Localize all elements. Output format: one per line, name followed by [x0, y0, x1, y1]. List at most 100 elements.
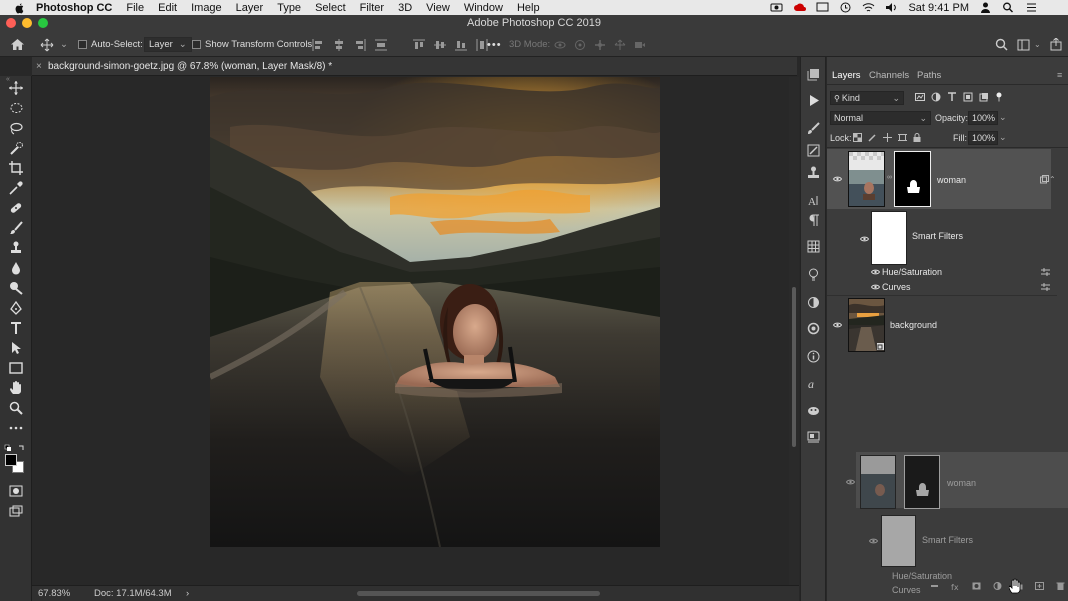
- zoom-tool[interactable]: [8, 400, 24, 416]
- history-brush-tool[interactable]: [8, 260, 24, 276]
- color-panel-button[interactable]: [807, 322, 820, 335]
- new-layer-icon[interactable]: [1035, 582, 1044, 590]
- more-options-button[interactable]: •••: [487, 32, 502, 57]
- time-machine-icon[interactable]: [839, 2, 852, 13]
- search-button[interactable]: [995, 32, 1008, 57]
- distribute-vertical-icon[interactable]: [375, 39, 387, 51]
- marquee-tool[interactable]: [8, 100, 24, 116]
- align-horizontal-centers-icon[interactable]: [333, 38, 345, 51]
- paragraph-panel-button[interactable]: [807, 214, 820, 227]
- tab-paths[interactable]: Paths: [917, 70, 941, 81]
- menu-view[interactable]: View: [419, 2, 457, 14]
- add-mask-icon[interactable]: [972, 582, 981, 590]
- menu-app-name[interactable]: Photoshop CC: [34, 2, 119, 14]
- align-top-edges-icon[interactable]: [413, 39, 425, 51]
- menu-type[interactable]: Type: [270, 2, 308, 14]
- filter-kind-dropdown[interactable]: ⚲ Kind ⌄: [830, 91, 904, 105]
- filter-row-curves[interactable]: Curves: [827, 280, 1057, 294]
- 3d-panel-button[interactable]: [807, 404, 820, 417]
- 3d-roll-icon[interactable]: [574, 39, 586, 51]
- move-tool-preset-button[interactable]: ⌄: [40, 32, 68, 57]
- menu-select[interactable]: Select: [308, 2, 353, 14]
- history-panel-button[interactable]: [807, 68, 820, 81]
- filter-type-icon[interactable]: [947, 92, 957, 102]
- blending-options-icon[interactable]: [1041, 283, 1050, 291]
- share-button[interactable]: [1050, 32, 1062, 57]
- align-left-edges-icon[interactable]: [312, 38, 324, 51]
- info-panel-button[interactable]: [807, 350, 820, 363]
- volume-icon[interactable]: [885, 2, 898, 13]
- menu-edit[interactable]: Edit: [151, 2, 184, 14]
- menu-clock[interactable]: Sat 9:41 PM: [908, 2, 969, 14]
- lock-all-icon[interactable]: [913, 133, 921, 142]
- quick-selection-tool[interactable]: [8, 140, 24, 156]
- screen-mode-button[interactable]: [8, 503, 24, 519]
- align-right-edges-icon[interactable]: [354, 38, 366, 51]
- layer-name-background[interactable]: background: [890, 320, 937, 330]
- table-panel-button[interactable]: [807, 240, 820, 253]
- foreground-color-swatch[interactable]: [5, 454, 17, 466]
- minimize-window-button[interactable]: [22, 18, 32, 28]
- transform-controls-toggle[interactable]: Show Transform Controls: [192, 32, 312, 57]
- lock-image-pixels-icon[interactable]: [868, 133, 877, 142]
- home-button[interactable]: [10, 32, 25, 57]
- close-window-button[interactable]: [6, 18, 16, 28]
- filter-toggle-icon[interactable]: [995, 92, 1003, 102]
- filter-shape-icon[interactable]: [963, 92, 973, 102]
- clone-stamp-tool[interactable]: [8, 240, 24, 256]
- fill-input[interactable]: 100%: [968, 131, 998, 145]
- menu-filter[interactable]: Filter: [353, 2, 391, 14]
- smart-filter-mask-thumbnail[interactable]: [871, 211, 907, 265]
- collapse-effects-icon[interactable]: ⌃: [1049, 175, 1056, 184]
- pen-tool[interactable]: [8, 300, 24, 316]
- layer-thumbnail-woman[interactable]: [848, 151, 885, 207]
- scrollbar-thumb[interactable]: [792, 287, 796, 447]
- close-document-icon[interactable]: ×: [36, 57, 42, 76]
- timeline-panel-button[interactable]: [807, 431, 820, 444]
- lock-transparent-pixels-icon[interactable]: [853, 133, 862, 142]
- hand-tool[interactable]: [8, 380, 24, 396]
- add-layer-style-icon[interactable]: fx: [951, 582, 960, 590]
- quick-mask-button[interactable]: [8, 483, 24, 499]
- eye-icon[interactable]: [871, 284, 880, 290]
- layer-name-woman[interactable]: woman: [937, 175, 966, 185]
- zoom-window-button[interactable]: [38, 18, 48, 28]
- blend-mode-dropdown[interactable]: Normal ⌄: [830, 111, 931, 125]
- menu-image[interactable]: Image: [184, 2, 229, 14]
- 3d-slide-icon[interactable]: [614, 39, 626, 51]
- display-icon[interactable]: [816, 2, 829, 13]
- align-bottom-edges-icon[interactable]: [455, 39, 467, 51]
- menu-layer[interactable]: Layer: [229, 2, 271, 14]
- link-layers-icon[interactable]: [930, 582, 939, 590]
- edit-toolbar-button[interactable]: [8, 420, 24, 436]
- transform-controls-checkbox[interactable]: [192, 40, 201, 49]
- 3d-orbit-icon[interactable]: [554, 39, 566, 51]
- canvas-area[interactable]: [32, 77, 789, 585]
- actions-panel-button[interactable]: [807, 94, 820, 107]
- brush-settings-button[interactable]: [807, 122, 820, 135]
- auto-select-checkbox[interactable]: [78, 40, 87, 49]
- spotlight-search-icon[interactable]: [1002, 2, 1015, 13]
- layer-row-smart-filters[interactable]: Smart Filters: [827, 209, 1057, 269]
- glyphs-panel-button[interactable]: a: [807, 377, 820, 390]
- menu-file[interactable]: File: [119, 2, 151, 14]
- fill-dropdown-icon[interactable]: ⌄: [999, 132, 1007, 143]
- workspace-button[interactable]: ⌄: [1017, 32, 1041, 57]
- eye-icon[interactable]: [833, 176, 842, 182]
- eye-icon[interactable]: [860, 236, 869, 242]
- filter-row-hue-saturation[interactable]: Hue/Saturation: [827, 265, 1057, 279]
- menu-help[interactable]: Help: [510, 2, 547, 14]
- eyedropper-tool[interactable]: [8, 180, 24, 196]
- canvas-vertical-scrollbar[interactable]: [789, 77, 799, 585]
- swap-default-colors[interactable]: [4, 440, 28, 451]
- panel-menu-icon[interactable]: ≡: [1057, 70, 1062, 80]
- opacity-input[interactable]: 100%: [968, 111, 998, 125]
- 3d-scale-icon[interactable]: [634, 39, 646, 51]
- delete-layer-icon[interactable]: [1056, 582, 1065, 590]
- apple-icon[interactable]: [14, 2, 26, 14]
- screen-record-icon[interactable]: [770, 2, 783, 13]
- learn-panel-button[interactable]: [807, 268, 820, 281]
- tab-layers[interactable]: Layers: [832, 70, 861, 81]
- zoom-level[interactable]: 67.83%: [38, 588, 70, 599]
- rectangle-tool[interactable]: [8, 360, 24, 376]
